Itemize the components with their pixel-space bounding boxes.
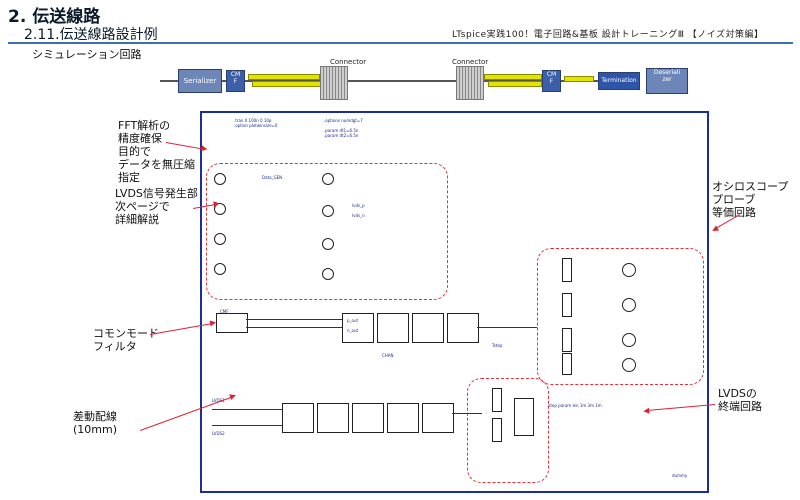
serializer-block: Serializer [178, 69, 222, 93]
voltage-source-7 [322, 238, 334, 250]
lvds-termination-note: LVDSの 終端回路 [718, 387, 762, 413]
book-title: LTspice実践100！電子回路&基板 設計トレーニングⅢ 【ノイズ対策編】 [452, 30, 764, 40]
trace-left-bottom [252, 81, 324, 87]
spice-directive-5: .param dt2=6.5n [324, 133, 359, 138]
voltage-source-3 [214, 233, 226, 245]
cmf-label: CMF [220, 309, 229, 314]
spice-directive-6: .step param len 1m 3m 1m [547, 403, 602, 408]
termination-label: Termination [601, 77, 637, 84]
fft-note: FFT解析の 精度確保 目的で データを無圧縮 指定 [118, 119, 195, 184]
lvds-p-label: lvds_p [352, 203, 365, 208]
cmf-right-label: CM F [546, 71, 557, 85]
wire [246, 327, 342, 328]
differential-trace-note: 差動配線 (10mm) [73, 410, 118, 436]
tline-label-2: n_out [347, 328, 359, 333]
probe-node-4 [622, 358, 636, 372]
tline-block-2 [377, 313, 409, 343]
voltage-source-8 [322, 268, 334, 280]
common-mode-filter-note: コモンモード フィルタ [93, 327, 159, 353]
term-resistor-2 [492, 418, 502, 442]
termination-block: Termination [598, 72, 640, 90]
wire [212, 409, 282, 410]
lvds-n-label: lvds_n [352, 213, 365, 218]
tline-block-9 [422, 403, 454, 433]
data-gen-label: Data_GEN [262, 175, 283, 180]
dummy-label: dummy [672, 473, 688, 478]
tline-block-5 [282, 403, 314, 433]
voltage-source-4 [214, 263, 226, 275]
tline-block-4 [447, 313, 479, 343]
connector-left-label: Connector [330, 58, 367, 66]
serializer-label: Serializer [183, 77, 217, 85]
spice-directive-3: .options numdgt=7 [324, 118, 363, 123]
connector-left-pins [320, 66, 348, 100]
tline-block-7 [352, 403, 384, 433]
block-diagram: Serializer CM F Connector Connector CM F… [0, 58, 800, 110]
trace-left-top [248, 74, 320, 80]
cmf-right-block: CM F [542, 70, 561, 92]
voltage-source-1 [214, 173, 226, 185]
term-resistor-1 [492, 388, 502, 412]
tline-label-1: p_out [347, 318, 359, 323]
cmf-left-label: CM F [230, 71, 241, 85]
voltage-source-6 [322, 205, 334, 217]
slide-subtitle: 2.11.伝送線路設計例 [24, 27, 158, 43]
probe-resistor-1 [562, 258, 572, 282]
termination-group [467, 378, 549, 483]
tline-block-6 [317, 403, 349, 433]
trace-right-bottom [488, 81, 542, 87]
wire [477, 327, 537, 328]
ltspice-schematic: .tran 0 100n 0 10p .option plotwinsize=0… [200, 111, 709, 493]
tline-block-3 [412, 313, 444, 343]
lvds-generator-note: LVDS信号発生部 次ページで 詳細解説 [115, 187, 198, 226]
chan-label: CHAN [382, 353, 394, 358]
deserializer-label: Deseriali zer [653, 69, 681, 83]
cmf-symbol [216, 313, 248, 333]
trace-right-end [564, 76, 594, 82]
term-switch [514, 398, 534, 436]
spice-directive-2: .option plotwinsize=0 [234, 123, 278, 128]
trace-right-top [484, 74, 542, 80]
probe-resistor-2 [562, 293, 572, 317]
probe-node-3 [622, 333, 636, 347]
cmf-left-block: CM F [226, 70, 245, 92]
probe-node-2 [622, 298, 636, 312]
wire [452, 413, 482, 414]
deserializer-block: Deseriali zer [646, 68, 688, 94]
probe-resistor-4 [562, 353, 572, 375]
wire [212, 425, 282, 426]
voltage-source-5 [322, 173, 334, 185]
probe-resistor-3 [562, 328, 572, 352]
header-divider [8, 42, 793, 44]
oscilloscope-probe-note: オシロスコープ プローブ 等価回路 [712, 180, 789, 219]
wire [246, 319, 342, 320]
connector-right-pins [456, 66, 484, 100]
tline-block-8 [387, 403, 419, 433]
connector-right-label: Connector [452, 58, 489, 66]
probe-node-1 [622, 263, 636, 277]
tstep-label: Tstep [492, 343, 503, 348]
lvds2-label: LVDS2 [212, 431, 225, 436]
